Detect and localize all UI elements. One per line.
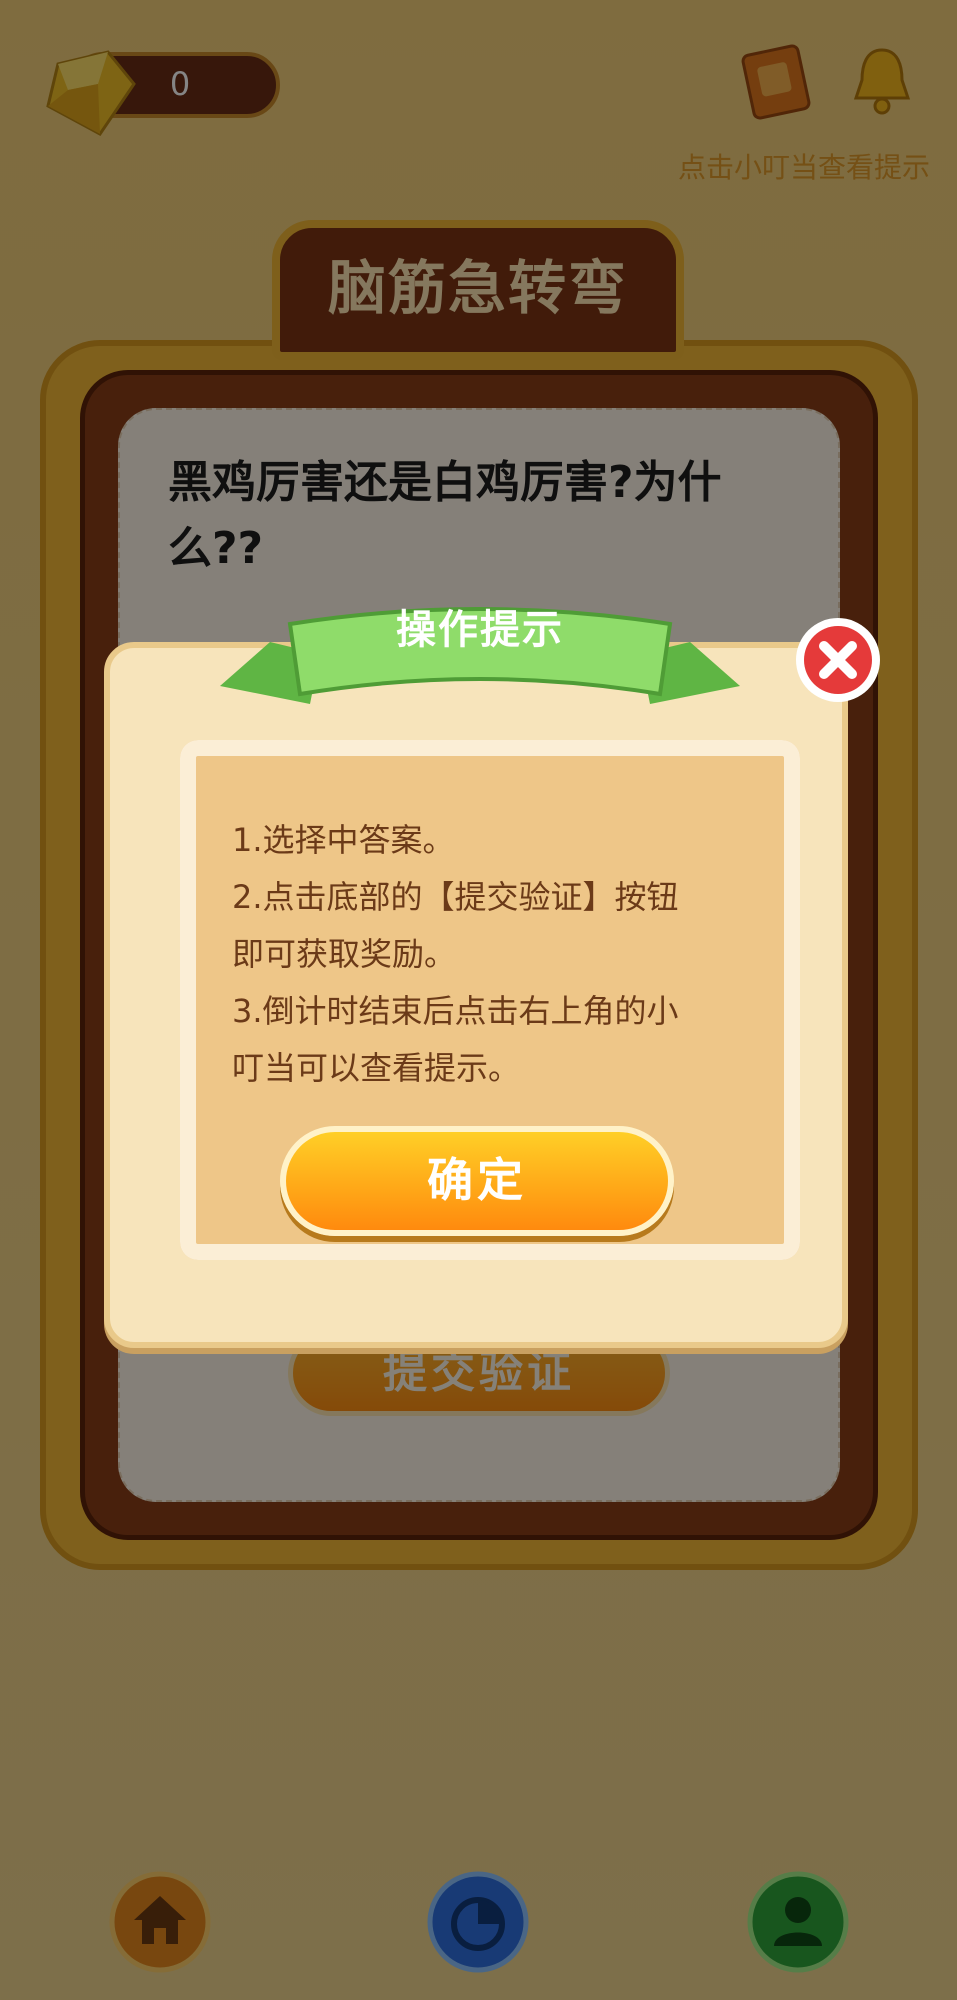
instruction-list: 1.选择中答案。 2.点击底部的【提交验证】按钮 即可获取奖励。 3.倒计时结束…: [232, 812, 752, 1097]
dialog-title: 操作提示: [396, 607, 564, 653]
instruction-line: 3.倒计时结束后点击右上角的小: [232, 992, 679, 1030]
instruction-line: 即可获取奖励。: [232, 935, 457, 973]
confirm-button[interactable]: 确定: [280, 1126, 674, 1236]
instruction-line: 2.点击底部的【提交验证】按钮: [232, 878, 679, 916]
instruction-line: 叮当可以查看提示。: [232, 1049, 521, 1087]
close-icon[interactable]: [792, 614, 884, 706]
instruction-line: 1.选择中答案。: [232, 821, 455, 859]
